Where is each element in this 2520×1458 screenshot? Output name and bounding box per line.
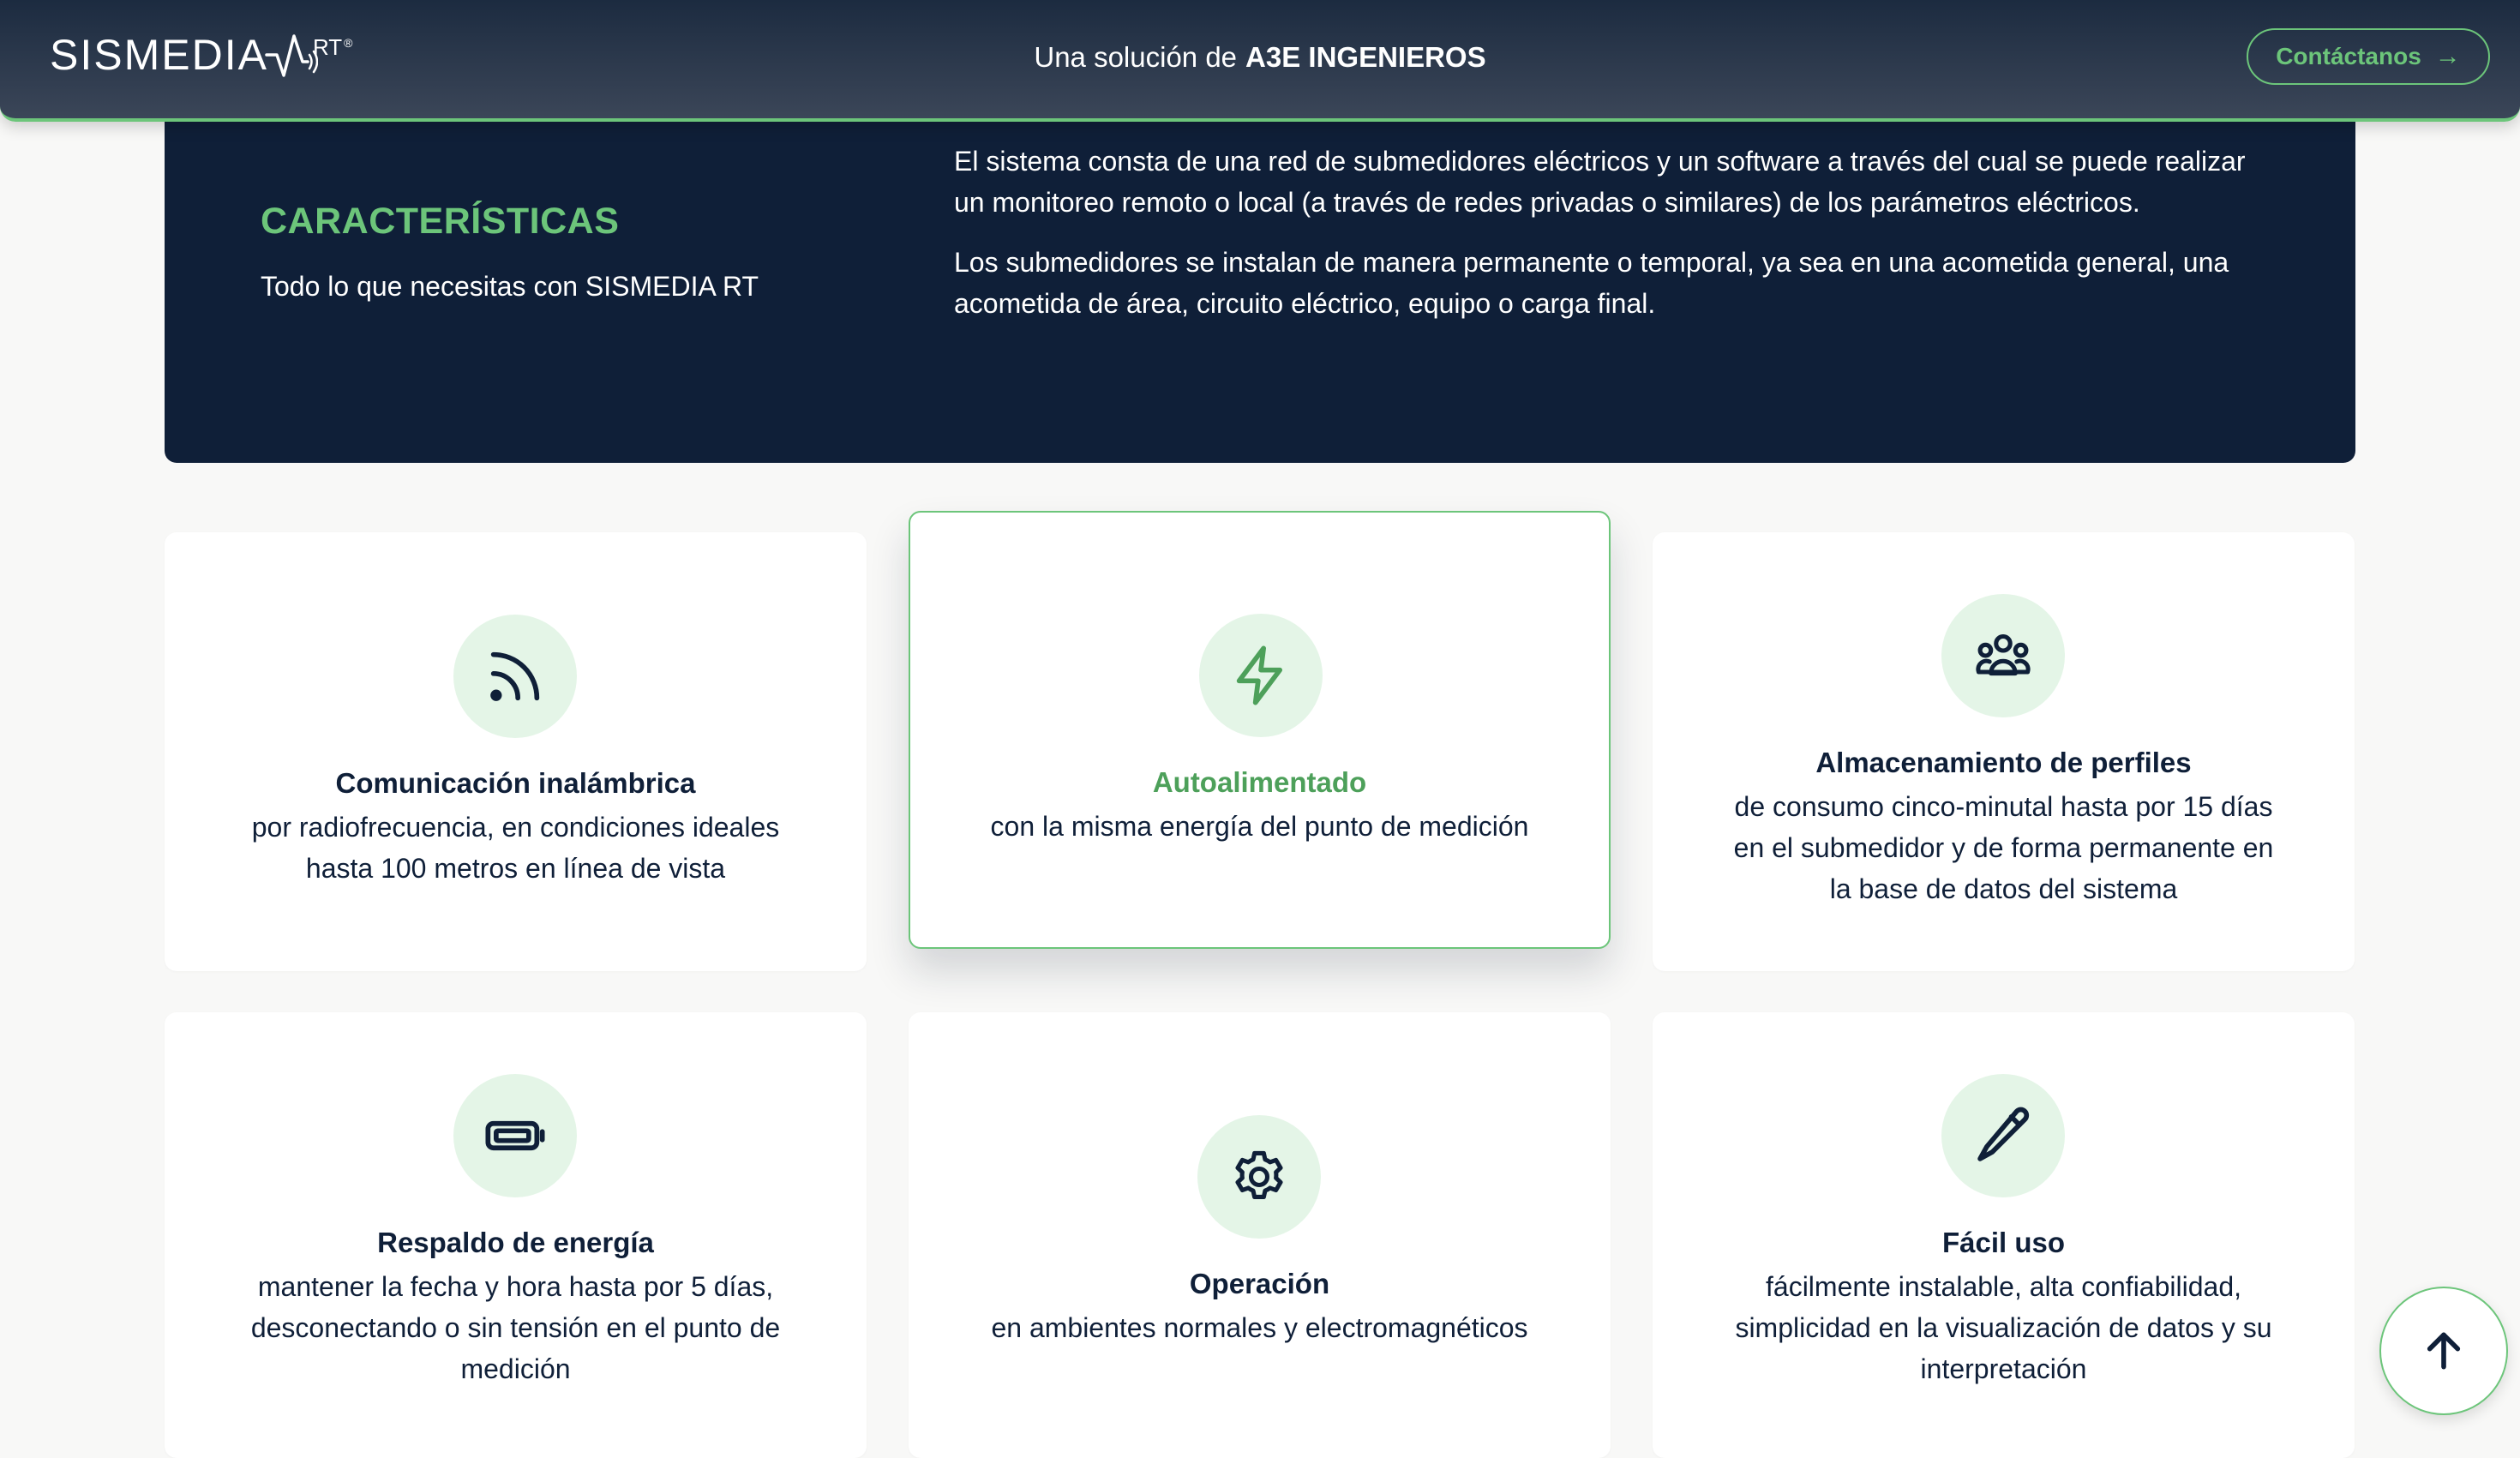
feature-description: fácilmente instalable, alta confiabilida… <box>1735 1271 2272 1384</box>
battery-icon <box>453 1074 577 1197</box>
feature-card-operation[interactable]: Operación en ambientes normales y electr… <box>909 1012 1611 1458</box>
section-subtitle: Todo lo que necesitas con SISMEDIA RT <box>261 271 759 302</box>
feature-card-profile-storage[interactable]: Almacenamiento de perfiles de consumo ci… <box>1653 532 2355 971</box>
gear-icon <box>1197 1115 1321 1239</box>
feature-description: con la misma energía del punto de medici… <box>990 811 1529 842</box>
feature-description: de consumo cinco-minutal hasta por 15 dí… <box>1733 791 2274 904</box>
feature-title: Autoalimentado <box>1152 766 1367 798</box>
description-paragraph: Los submedidores se instalan de manera p… <box>954 247 2229 319</box>
lightning-icon <box>1199 614 1323 737</box>
feature-title: Operación <box>1189 1268 1330 1299</box>
header-tagline: Una solución de A3E INGENIEROS <box>0 0 2520 115</box>
feature-title: Respaldo de energía <box>377 1227 654 1258</box>
wireless-icon <box>453 615 577 738</box>
tagline-brand: A3E INGENIEROS <box>1245 41 1486 73</box>
scroll-to-top-button[interactable] <box>2379 1287 2508 1415</box>
feature-card-self-powered[interactable]: Autoalimentado con la misma energía del … <box>909 511 1611 949</box>
section-description: El sistema consta de una red de submedid… <box>954 141 2257 343</box>
feature-description: mantener la fecha y hora hasta por 5 día… <box>250 1271 781 1384</box>
feature-card-energy-backup[interactable]: Respaldo de energía mantener la fecha y … <box>165 1012 867 1458</box>
top-navbar: SISMEDIA RT ® Una solución de A3E INGENI… <box>0 0 2520 122</box>
feature-card-easy-use[interactable]: Fácil uso fácilmente instalable, alta co… <box>1653 1012 2355 1458</box>
contact-button[interactable]: Contáctanos → <box>2247 28 2490 85</box>
feature-description: por radiofrecuencia, en condiciones idea… <box>251 812 780 884</box>
arrow-up-icon <box>2427 1332 2461 1370</box>
users-group-icon <box>1941 594 2065 717</box>
section-title: CARACTERÍSTICAS <box>261 201 620 242</box>
feature-title: Almacenamiento de perfiles <box>1815 747 2192 778</box>
feature-description: en ambientes normales y electromagnético… <box>991 1312 1528 1343</box>
description-paragraph: El sistema consta de una red de submedid… <box>954 146 2246 218</box>
feature-card-wireless[interactable]: Comunicación inalámbrica por radiofrecue… <box>165 532 867 971</box>
feature-title: Fácil uso <box>1941 1227 2066 1258</box>
arrow-right-icon: → <box>2434 42 2461 70</box>
pencil-icon <box>1941 1074 2065 1197</box>
contact-button-label: Contáctanos <box>2276 43 2421 69</box>
tagline-prefix: Una solución de <box>1034 41 1238 73</box>
features-intro-section: CARACTERÍSTICAS Todo lo que necesitas co… <box>165 103 2355 463</box>
feature-title: Comunicación inalámbrica <box>335 767 696 799</box>
